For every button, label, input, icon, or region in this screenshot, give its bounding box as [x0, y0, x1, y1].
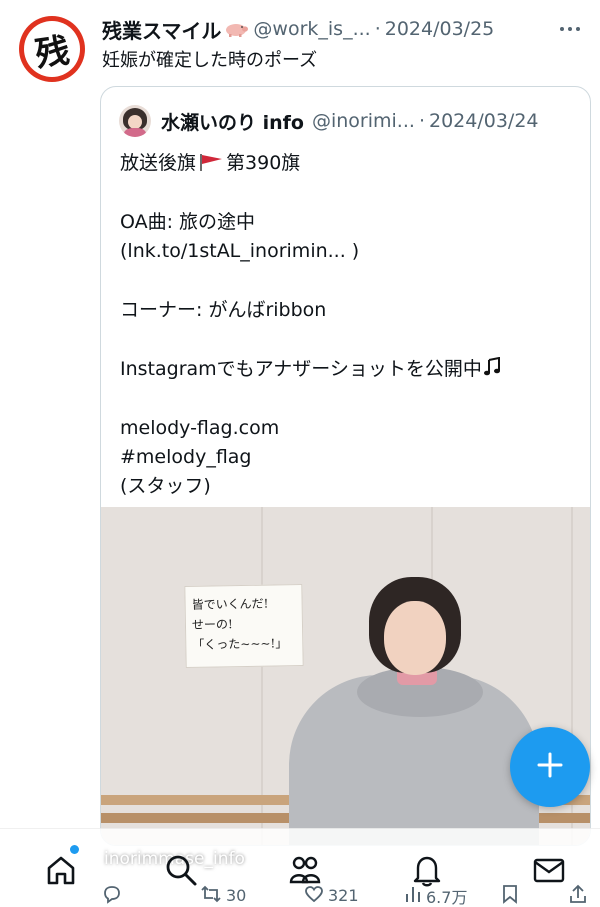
quote-author-handle: @inorimi... [311, 110, 415, 132]
quote-line: Instagramでもアナザーショットを公開中 [120, 357, 482, 380]
music-note-icon [482, 356, 502, 386]
author-handle[interactable]: @work_is_... [253, 18, 370, 40]
quote-photo[interactable]: 皆でいくんだ! せーの! 「くった~~~!」 [101, 507, 590, 845]
avatar-glyph: 残 [32, 30, 73, 75]
notification-dot [70, 845, 79, 854]
home-icon[interactable] [44, 853, 78, 887]
tweet-text: 妊娠が確定した時のポーズ [102, 50, 318, 71]
quote-line: OA曲: 旅の途中 [120, 210, 256, 233]
share-button[interactable] [568, 884, 588, 907]
mail-icon[interactable] [532, 853, 566, 887]
compose-button[interactable] [510, 727, 590, 807]
red-flag-icon [198, 151, 224, 171]
quote-line: 放送後旗 [120, 152, 197, 174]
separator-dot: · [418, 110, 425, 132]
bookmark-icon [502, 884, 518, 907]
more-options-button[interactable] [560, 14, 580, 44]
author-avatar[interactable]: 残 [19, 16, 85, 82]
quote-line: (スタッフ) [120, 475, 211, 498]
views-button[interactable]: 6.7万 [404, 884, 467, 907]
quote-link[interactable]: melody-flag.com [120, 414, 580, 443]
author-name[interactable]: 残業スマイル [102, 15, 221, 44]
reply-button[interactable] [102, 884, 122, 907]
tweet[interactable]: 残 残業スマイル @work_is_... · 2024/03/25 妊娠が確定… [0, 0, 600, 907]
bell-icon[interactable] [410, 853, 444, 887]
tweet-actions: 30 321 6.7万 [0, 884, 600, 907]
quote-author-avatar[interactable] [119, 105, 151, 137]
retweet-button[interactable]: 30 [200, 884, 246, 907]
quoted-tweet[interactable]: 水瀬いのり info @inorimi... · 2024/03/24 放送後旗… [100, 86, 591, 846]
like-count: 321 [328, 886, 359, 905]
quote-date: 2024/03/24 [428, 110, 539, 132]
quote-line: 第390旗 [226, 152, 301, 174]
reply-icon [102, 884, 122, 907]
quote-header: 水瀬いのり info @inorimi... · 2024/03/24 [119, 105, 580, 137]
communities-icon[interactable] [288, 853, 322, 887]
quote-hashtag[interactable]: #melody_flag [120, 443, 580, 472]
quote-text: 放送後旗 第390旗 OA曲: 旅の途中 (lnk.to/1stAL_inorim… [120, 149, 580, 502]
views-count: 6.7万 [426, 887, 468, 907]
handwritten-sign: 皆でいくんだ! せーの! 「くった~~~!」 [184, 583, 304, 669]
share-icon [568, 884, 588, 907]
pig-emoji-icon [223, 21, 249, 37]
retweet-count: 30 [226, 886, 247, 905]
views-icon [404, 884, 422, 907]
like-button[interactable]: 321 [304, 884, 359, 907]
tweet-header: 残業スマイル @work_is_... · 2024/03/25 [102, 14, 580, 44]
bookmark-button[interactable] [502, 884, 518, 907]
quote-author-name: 水瀬いのり info [161, 111, 304, 134]
quote-line: コーナー: がんばribbon [120, 298, 327, 321]
tweet-date[interactable]: 2024/03/25 [385, 18, 495, 40]
separator-dot: · [374, 18, 381, 40]
search-icon[interactable] [164, 853, 198, 887]
quote-link[interactable]: (lnk.to/1stAL_inorimin... ) [120, 237, 580, 266]
retweet-icon [200, 884, 222, 907]
heart-icon [304, 884, 324, 907]
plus-icon [535, 750, 565, 784]
